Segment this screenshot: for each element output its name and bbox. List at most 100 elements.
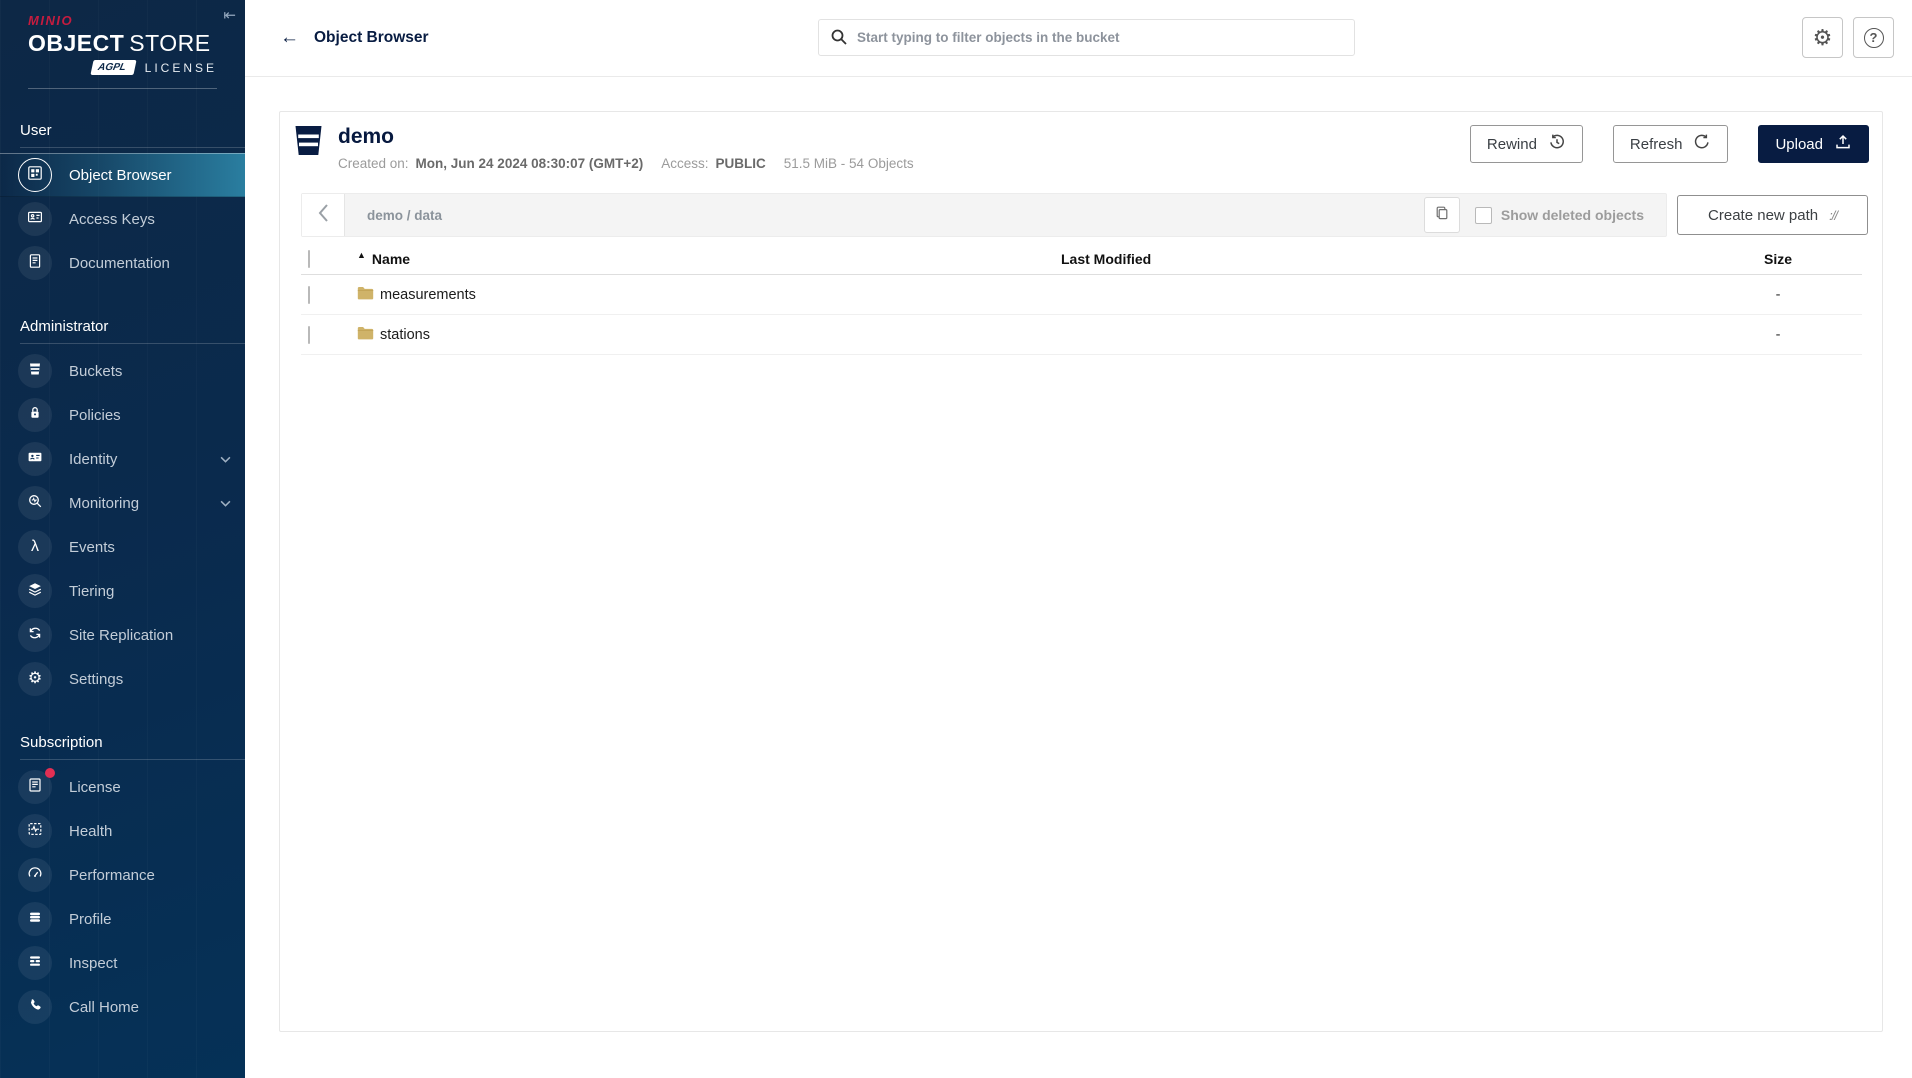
select-all-checkbox[interactable] — [308, 250, 310, 268]
sort-asc-icon: ▲ — [357, 250, 366, 260]
breadcrumb[interactable]: demo / data — [367, 208, 1424, 223]
sidebar-item-label: Call Home — [69, 999, 139, 1016]
sidebar-item-profile[interactable]: Profile — [0, 897, 245, 941]
table-row[interactable]: stations - — [301, 315, 1862, 355]
license-icon — [27, 777, 43, 797]
sidebar-item-label: Tiering — [69, 583, 114, 600]
sidebar-item-monitoring[interactable]: Monitoring — [0, 481, 245, 525]
sidebar-item-label: Documentation — [69, 255, 170, 272]
topbar: ← Object Browser ⚙ ? — [245, 0, 1912, 77]
sidebar-item-performance[interactable]: Performance — [0, 853, 245, 897]
sidebar-item-label: Site Replication — [69, 627, 173, 644]
sidebar-collapse-icon[interactable]: ⇤ — [223, 6, 236, 24]
table-row[interactable]: measurements - — [301, 275, 1862, 315]
events-icon: λ — [31, 539, 39, 555]
row-checkbox[interactable] — [308, 286, 310, 304]
breadcrumb-back-button[interactable] — [302, 194, 345, 236]
bucket-actions: Rewind Refresh Upload — [1470, 125, 1869, 163]
bucket-name: demo — [338, 125, 914, 149]
bucket-header: demo Created on: Mon, Jun 24 2024 08:30:… — [294, 125, 1869, 171]
settings-icon: ⚙ — [28, 671, 42, 687]
section-label-user: User — [0, 105, 245, 147]
show-deleted-toggle: Show deleted objects — [1475, 207, 1644, 224]
sidebar-section-subscription: Subscription License Health — [0, 717, 245, 1029]
back-arrow-icon[interactable]: ← — [280, 27, 299, 49]
folder-icon — [357, 286, 374, 304]
upload-icon — [1834, 133, 1852, 155]
create-new-path-button[interactable]: Create new path :// — [1677, 195, 1868, 235]
monitoring-icon — [27, 493, 43, 513]
page-title: Object Browser — [314, 29, 429, 47]
rewind-button[interactable]: Rewind — [1470, 125, 1583, 163]
refresh-icon — [1693, 133, 1711, 155]
sidebar-item-license[interactable]: License — [0, 765, 245, 809]
sidebar-item-buckets[interactable]: Buckets — [0, 349, 245, 393]
call-home-icon — [27, 997, 43, 1017]
sidebar-item-object-browser[interactable]: Object Browser — [0, 153, 245, 197]
sidebar-menu: User Object Browser Access Keys — [0, 89, 245, 1029]
object-name: stations — [380, 327, 430, 343]
buckets-icon — [27, 361, 43, 381]
chevron-left-icon — [317, 203, 329, 228]
sidebar: ⇤ MINIO OBJECTSTORE AGPL LICENSE User Ob… — [0, 0, 245, 1078]
help-button[interactable]: ? — [1853, 17, 1894, 58]
bucket-icon — [294, 125, 323, 161]
inspect-icon — [27, 953, 43, 973]
section-label-administrator: Administrator — [0, 301, 245, 343]
access-label: Access: — [661, 156, 708, 171]
upload-button[interactable]: Upload — [1758, 125, 1869, 163]
main-area: ← Object Browser ⚙ ? demo — [245, 0, 1912, 1078]
sidebar-section-administrator: Administrator Buckets Policies — [0, 301, 245, 701]
sidebar-item-label: Events — [69, 539, 115, 556]
section-label-subscription: Subscription — [0, 717, 245, 759]
object-name: measurements — [380, 287, 476, 303]
sidebar-section-user: User Object Browser Access Keys — [0, 105, 245, 285]
column-header-name[interactable]: ▲ Name — [357, 251, 1061, 267]
performance-icon — [27, 865, 43, 885]
search-icon — [830, 28, 848, 51]
logo-title: OBJECTSTORE — [28, 30, 217, 57]
sidebar-item-tiering[interactable]: Tiering — [0, 569, 245, 613]
sidebar-item-site-replication[interactable]: Site Replication — [0, 613, 245, 657]
sidebar-item-identity[interactable]: Identity — [0, 437, 245, 481]
sidebar-item-documentation[interactable]: Documentation — [0, 241, 245, 285]
column-header-last-modified[interactable]: Last Modified — [1061, 251, 1713, 267]
bucket-browser-card: demo Created on: Mon, Jun 24 2024 08:30:… — [279, 111, 1883, 1032]
created-on-label: Created on: — [338, 156, 409, 171]
refresh-button[interactable]: Refresh — [1613, 125, 1729, 163]
filter-objects-input[interactable] — [818, 19, 1355, 56]
chevron-down-icon[interactable] — [220, 456, 231, 463]
sidebar-item-settings[interactable]: ⚙ Settings — [0, 657, 245, 701]
sidebar-item-label: Inspect — [69, 955, 117, 972]
gear-icon: ⚙ — [1813, 25, 1833, 51]
show-deleted-checkbox[interactable] — [1475, 207, 1492, 224]
sidebar-item-health[interactable]: Health — [0, 809, 245, 853]
table-header: ▲ Name Last Modified Size — [301, 243, 1862, 275]
copy-path-button[interactable] — [1424, 197, 1460, 233]
sidebar-item-label: Object Browser — [69, 167, 172, 184]
sidebar-item-policies[interactable]: Policies — [0, 393, 245, 437]
policies-icon — [27, 405, 43, 425]
breadcrumb-bar: demo / data Show deleted objects — [301, 193, 1667, 237]
sidebar-item-access-keys[interactable]: Access Keys — [0, 197, 245, 241]
row-checkbox[interactable] — [308, 326, 310, 344]
sidebar-item-inspect[interactable]: Inspect — [0, 941, 245, 985]
sidebar-item-label: Health — [69, 823, 112, 840]
new-path-icon: :// — [1829, 208, 1837, 223]
sidebar-item-label: Buckets — [69, 363, 122, 380]
copy-icon — [1434, 205, 1450, 226]
tiering-icon — [27, 581, 43, 601]
logo-license-row: AGPL LICENSE — [28, 60, 217, 75]
sidebar-item-label: Policies — [69, 407, 121, 424]
column-header-size[interactable]: Size — [1713, 251, 1843, 267]
settings-button[interactable]: ⚙ — [1802, 17, 1843, 58]
sidebar-item-events[interactable]: λ Events — [0, 525, 245, 569]
sidebar-item-call-home[interactable]: Call Home — [0, 985, 245, 1029]
license-label: LICENSE — [145, 61, 217, 75]
site-replication-icon — [27, 625, 43, 645]
access-value: PUBLIC — [716, 156, 766, 171]
chevron-down-icon[interactable] — [220, 500, 231, 507]
browse-row: demo / data Show deleted objects Creat — [301, 193, 1868, 237]
objects-table: ▲ Name Last Modified Size measurements — [301, 243, 1862, 355]
minio-console: ⇤ MINIO OBJECTSTORE AGPL LICENSE User Ob… — [0, 0, 1912, 1078]
